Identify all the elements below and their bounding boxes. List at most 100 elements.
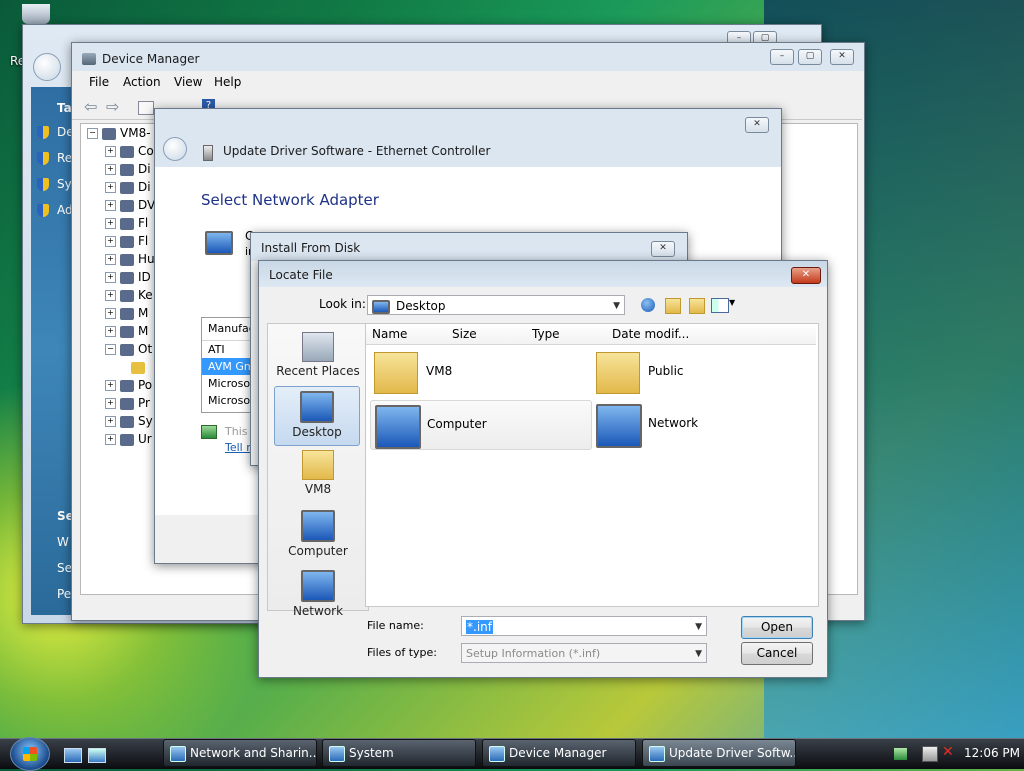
menu-action[interactable]: Action <box>123 75 161 89</box>
column-size[interactable]: Size <box>452 327 477 341</box>
cp-task-item[interactable]: De <box>37 125 74 151</box>
device-icon <box>120 289 134 302</box>
taskbar-update-driver-button[interactable]: Update Driver Softw... <box>642 739 796 767</box>
device-icon <box>120 397 134 410</box>
back-arrow-icon[interactable]: ⇦ <box>84 97 97 116</box>
chevron-down-icon: ▼ <box>695 649 702 659</box>
ifd-close-button[interactable]: ✕ <box>651 241 675 257</box>
tree-item[interactable]: + M <box>105 306 148 324</box>
network-icon <box>170 746 186 762</box>
expand-icon: + <box>105 416 116 427</box>
tree-root[interactable]: − VM8- <box>87 126 151 144</box>
shield-icon <box>37 152 49 165</box>
taskbar-network-button[interactable]: Network and Sharin... <box>163 739 317 767</box>
cancel-button[interactable]: Cancel <box>741 642 813 665</box>
tree-item[interactable]: + Pr <box>105 396 150 414</box>
expand-icon: + <box>105 200 116 211</box>
up-folder-icon[interactable] <box>665 298 681 314</box>
view-chevron-icon[interactable]: ▼ <box>729 298 735 307</box>
tree-item[interactable]: + Di <box>105 162 151 180</box>
list-item[interactable]: Network <box>592 400 812 448</box>
network-status-icon[interactable] <box>894 748 907 760</box>
cp-task-item[interactable]: Re <box>37 151 74 177</box>
cp-back-button[interactable] <box>33 53 61 81</box>
tree-item[interactable]: + Po <box>105 378 152 396</box>
lf-close-button[interactable]: ✕ <box>791 267 821 284</box>
tree-item[interactable]: + Ke <box>105 288 153 306</box>
tree-item[interactable]: + Di <box>105 180 151 198</box>
clock[interactable]: 12:06 PM <box>964 746 1020 760</box>
chevron-down-icon: ▼ <box>613 301 620 311</box>
device-icon <box>120 253 134 266</box>
ud-back-button[interactable] <box>163 137 187 161</box>
tree-item[interactable]: − Ot <box>105 342 152 360</box>
list-item-hover[interactable]: Computer <box>370 400 592 450</box>
cp-task-item[interactable]: Ad <box>37 203 74 229</box>
list-item[interactable]: Public <box>592 348 812 396</box>
network-warning-icon[interactable] <box>922 746 938 762</box>
driver-icon <box>649 746 665 762</box>
desktop-icon <box>300 391 334 423</box>
taskbar-device-manager-button[interactable]: Device Manager <box>482 739 636 767</box>
taskbar-system-button[interactable]: System <box>322 739 476 767</box>
place-vm8[interactable]: VM8 <box>276 446 360 504</box>
menu-help[interactable]: Help <box>214 75 241 89</box>
dm-minimize-button[interactable]: – <box>770 49 794 65</box>
expand-icon: + <box>105 326 116 337</box>
dm-menubar: File Action View Help <box>72 73 862 93</box>
dm-maximize-button[interactable]: ▢ <box>798 49 822 65</box>
device-icon <box>120 181 134 194</box>
tree-item[interactable]: + M <box>105 324 148 342</box>
place-recent[interactable]: Recent Places <box>276 328 360 386</box>
update-driver-title: Update Driver Software - Ethernet Contro… <box>223 144 491 158</box>
menu-view[interactable]: View <box>174 75 202 89</box>
column-date[interactable]: Date modif... <box>612 327 689 341</box>
device-manager-icon <box>82 53 96 65</box>
expand-icon: + <box>105 434 116 445</box>
list-item[interactable]: VM8 <box>370 348 590 396</box>
view-menu-icon[interactable] <box>711 298 729 313</box>
tree-item-unknown[interactable] <box>131 360 149 378</box>
ud-close-button[interactable]: ✕ <box>745 117 769 133</box>
menu-file[interactable]: File <box>89 75 109 89</box>
tree-item[interactable]: + Fl <box>105 234 148 252</box>
open-button[interactable]: Open <box>741 616 813 639</box>
driver-icon <box>203 145 213 161</box>
column-name[interactable]: Name <box>372 327 407 341</box>
tree-item[interactable]: + Co <box>105 144 154 162</box>
shield-icon <box>37 126 49 139</box>
tree-item[interactable]: + Hu <box>105 252 155 270</box>
files-of-type-dropdown[interactable]: Setup Information (*.inf) ▼ <box>461 643 707 663</box>
show-desktop-icon[interactable] <box>64 748 82 763</box>
chevron-down-icon[interactable]: ▼ <box>695 617 702 637</box>
device-icon <box>120 271 134 284</box>
tree-item[interactable]: + ID <box>105 270 151 288</box>
user-folder-icon <box>374 352 418 394</box>
tree-item[interactable]: + Fl <box>105 216 148 234</box>
device-manager-icon <box>489 746 505 762</box>
cp-task-item[interactable]: Sy <box>37 177 74 203</box>
properties-icon[interactable] <box>138 101 154 115</box>
volume-muted-icon[interactable]: ✕ <box>942 744 954 760</box>
file-name-input[interactable]: *.inf ▼ <box>461 616 707 636</box>
warning-device-icon <box>131 361 145 374</box>
tree-item[interactable]: + DV <box>105 198 155 216</box>
file-list[interactable]: Name Size Type Date modif... VM8 Public … <box>365 323 819 607</box>
switch-windows-icon[interactable] <box>88 748 106 763</box>
signed-text: This <box>225 425 248 438</box>
windows-logo-icon <box>23 747 37 761</box>
forward-arrow-icon[interactable]: ⇨ <box>106 97 119 116</box>
place-network[interactable]: Network <box>276 566 360 624</box>
tree-item[interactable]: + Sy <box>105 414 153 432</box>
usb-icon <box>120 433 134 446</box>
place-desktop[interactable]: Desktop <box>274 386 360 446</box>
new-folder-icon[interactable] <box>689 298 705 314</box>
dm-close-button[interactable]: ✕ <box>830 49 854 65</box>
collapse-icon[interactable]: − <box>87 128 98 139</box>
place-computer[interactable]: Computer <box>276 506 360 564</box>
start-button[interactable] <box>10 737 50 771</box>
column-type[interactable]: Type <box>532 327 560 341</box>
tree-item[interactable]: + Ur <box>105 432 152 450</box>
look-in-dropdown[interactable]: Desktop ▼ <box>367 295 625 315</box>
back-icon[interactable] <box>641 298 655 312</box>
